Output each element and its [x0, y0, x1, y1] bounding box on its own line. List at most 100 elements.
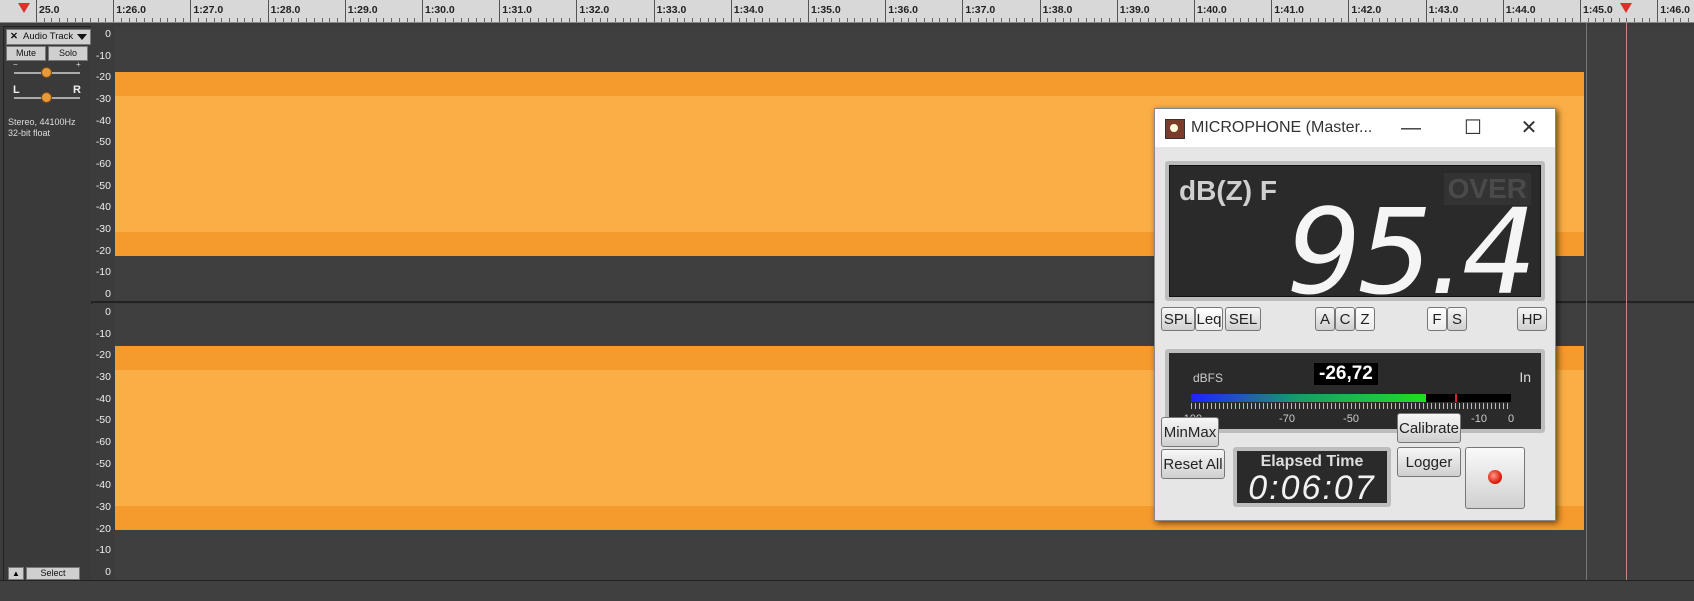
speed-f-button[interactable]: F — [1427, 307, 1447, 331]
ruler-minor-tick — [823, 18, 825, 22]
scale-label: -50 — [95, 457, 111, 470]
play-position-line — [1626, 22, 1627, 580]
ruler-minor-tick — [1487, 18, 1489, 22]
ruler-minor-tick — [360, 18, 362, 22]
ruler-minor-tick — [1564, 18, 1566, 22]
pan-right-label: R — [73, 84, 81, 96]
ruler-tick-line — [422, 0, 423, 22]
track-control-panel: ✕ Audio Track Mute Solo − + L R Stereo, … — [3, 26, 92, 582]
meter-mode-spl-button[interactable]: SPL — [1161, 307, 1195, 331]
scale-label: -10 — [95, 544, 111, 557]
ruler-minor-tick — [128, 18, 130, 22]
ruler-minor-tick — [414, 18, 416, 22]
ruler-minor-tick — [676, 18, 678, 22]
ruler-minor-tick — [931, 18, 933, 22]
input-level-ticks — [1191, 403, 1511, 409]
ruler-minor-tick — [985, 18, 987, 22]
window-titlebar[interactable]: MICROPHONE (Master... — ☐ ✕ — [1155, 109, 1555, 147]
scale-label: -20 — [95, 349, 111, 362]
scale-label: -10 — [95, 327, 111, 340]
ruler-minor-tick — [514, 18, 516, 22]
record-button[interactable] — [1465, 447, 1525, 509]
input-scale-label: -10 — [1471, 413, 1487, 425]
ruler-minor-tick — [51, 18, 53, 22]
weighting-c-button[interactable]: C — [1335, 307, 1355, 331]
weighting-a-button[interactable]: A — [1315, 307, 1335, 331]
reset-all-button[interactable]: Reset All — [1161, 449, 1225, 479]
bottom-scroll-area[interactable] — [0, 580, 1694, 601]
ruler-minor-tick — [753, 18, 755, 22]
input-level-panel: dBFS -26,72 In -100-70-50-30-100 — [1165, 349, 1545, 433]
minimize-icon[interactable]: — — [1391, 115, 1431, 141]
ruler-minor-tick — [1495, 18, 1497, 22]
ruler-minor-tick — [1255, 18, 1257, 22]
mute-button[interactable]: Mute — [6, 46, 46, 61]
ruler-minor-tick — [1163, 18, 1165, 22]
meter-mode-leq-button[interactable]: Leq — [1195, 307, 1223, 331]
solo-button[interactable]: Solo — [48, 46, 88, 61]
ruler-minor-tick — [429, 18, 431, 22]
ruler-minor-tick — [1479, 18, 1481, 22]
close-icon[interactable]: ✕ — [1509, 115, 1549, 141]
ruler-minor-tick — [892, 18, 894, 22]
scale-label: -20 — [95, 71, 111, 84]
play-end-marker[interactable] — [1620, 3, 1632, 13]
ruler-minor-tick — [1525, 18, 1527, 22]
highpass-button[interactable]: HP — [1517, 307, 1547, 331]
dbfs-label: dBFS — [1193, 371, 1224, 385]
minmax-button[interactable]: MinMax — [1161, 417, 1219, 447]
pan-slider-thumb[interactable] — [41, 92, 52, 103]
close-track-icon[interactable]: ✕ — [10, 30, 18, 44]
ruler-minor-tick — [283, 18, 285, 22]
ruler-minor-tick — [59, 18, 61, 22]
ruler-minor-tick — [862, 18, 864, 22]
ruler-minor-tick — [1363, 18, 1365, 22]
window-title: MICROPHONE (Master... — [1191, 119, 1373, 136]
track-format: Stereo, 44100Hz — [8, 117, 76, 127]
track-info: Stereo, 44100Hz 32-bit float — [8, 117, 76, 139]
scale-label: -30 — [95, 223, 111, 235]
ruler-minor-tick — [1031, 18, 1033, 22]
ruler-minor-tick — [1634, 18, 1636, 22]
ruler-minor-tick — [159, 18, 161, 22]
ruler-minor-tick — [1248, 18, 1250, 22]
scale-label: -40 — [95, 201, 111, 214]
ruler-tick-label: 1:33.0 — [656, 4, 687, 16]
speed-s-button[interactable]: S — [1447, 307, 1467, 331]
ruler-minor-tick — [1001, 18, 1002, 22]
ruler-minor-tick — [537, 18, 539, 22]
maximize-icon[interactable]: ☐ — [1453, 115, 1493, 141]
ruler-minor-tick — [1317, 18, 1319, 22]
track-header[interactable]: ✕ Audio Track — [6, 29, 91, 45]
ruler-minor-tick — [1332, 18, 1334, 22]
ruler-minor-tick — [483, 18, 485, 22]
track-name[interactable]: Audio Track — [23, 30, 73, 44]
sound-level-meter-window[interactable]: MICROPHONE (Master... — ☐ ✕ dB(Z) F OVER… — [1154, 108, 1556, 521]
select-track-button[interactable]: Select — [26, 567, 80, 580]
ruler-minor-tick — [1549, 18, 1551, 22]
ruler-tick-label: 1:37.0 — [965, 4, 996, 16]
gain-slider-thumb[interactable] — [41, 67, 52, 78]
ruler-minor-tick — [221, 18, 223, 22]
calibrate-button[interactable]: Calibrate — [1397, 413, 1461, 443]
weighting-z-button[interactable]: Z — [1355, 307, 1375, 331]
ruler-minor-tick — [699, 18, 701, 22]
ruler-minor-tick — [560, 18, 562, 22]
chevron-down-icon[interactable] — [77, 34, 87, 40]
logger-button[interactable]: Logger — [1397, 447, 1461, 477]
track-footer: ▲ Select — [6, 565, 89, 580]
timeline-ruler[interactable]: 25.0 1:26.0 1:27.0 1:28.0 1:29.0 1:30.0 1:31.0… — [0, 0, 1694, 23]
ruler-minor-tick — [553, 18, 555, 22]
ruler-minor-tick — [236, 18, 238, 22]
meter-mode-sel-button[interactable]: SEL — [1225, 307, 1261, 331]
ruler-minor-tick — [437, 18, 439, 22]
ruler-minor-tick — [1263, 18, 1265, 22]
play-start-marker[interactable] — [18, 3, 30, 13]
scale-label: -50 — [95, 414, 111, 427]
ruler-minor-tick — [1387, 18, 1388, 22]
ruler-minor-tick — [684, 18, 686, 22]
collapse-icon[interactable]: ▲ — [8, 567, 24, 580]
ruler-tick-line — [653, 0, 655, 22]
ruler-minor-tick — [1178, 18, 1180, 22]
ruler-minor-tick — [715, 18, 717, 22]
